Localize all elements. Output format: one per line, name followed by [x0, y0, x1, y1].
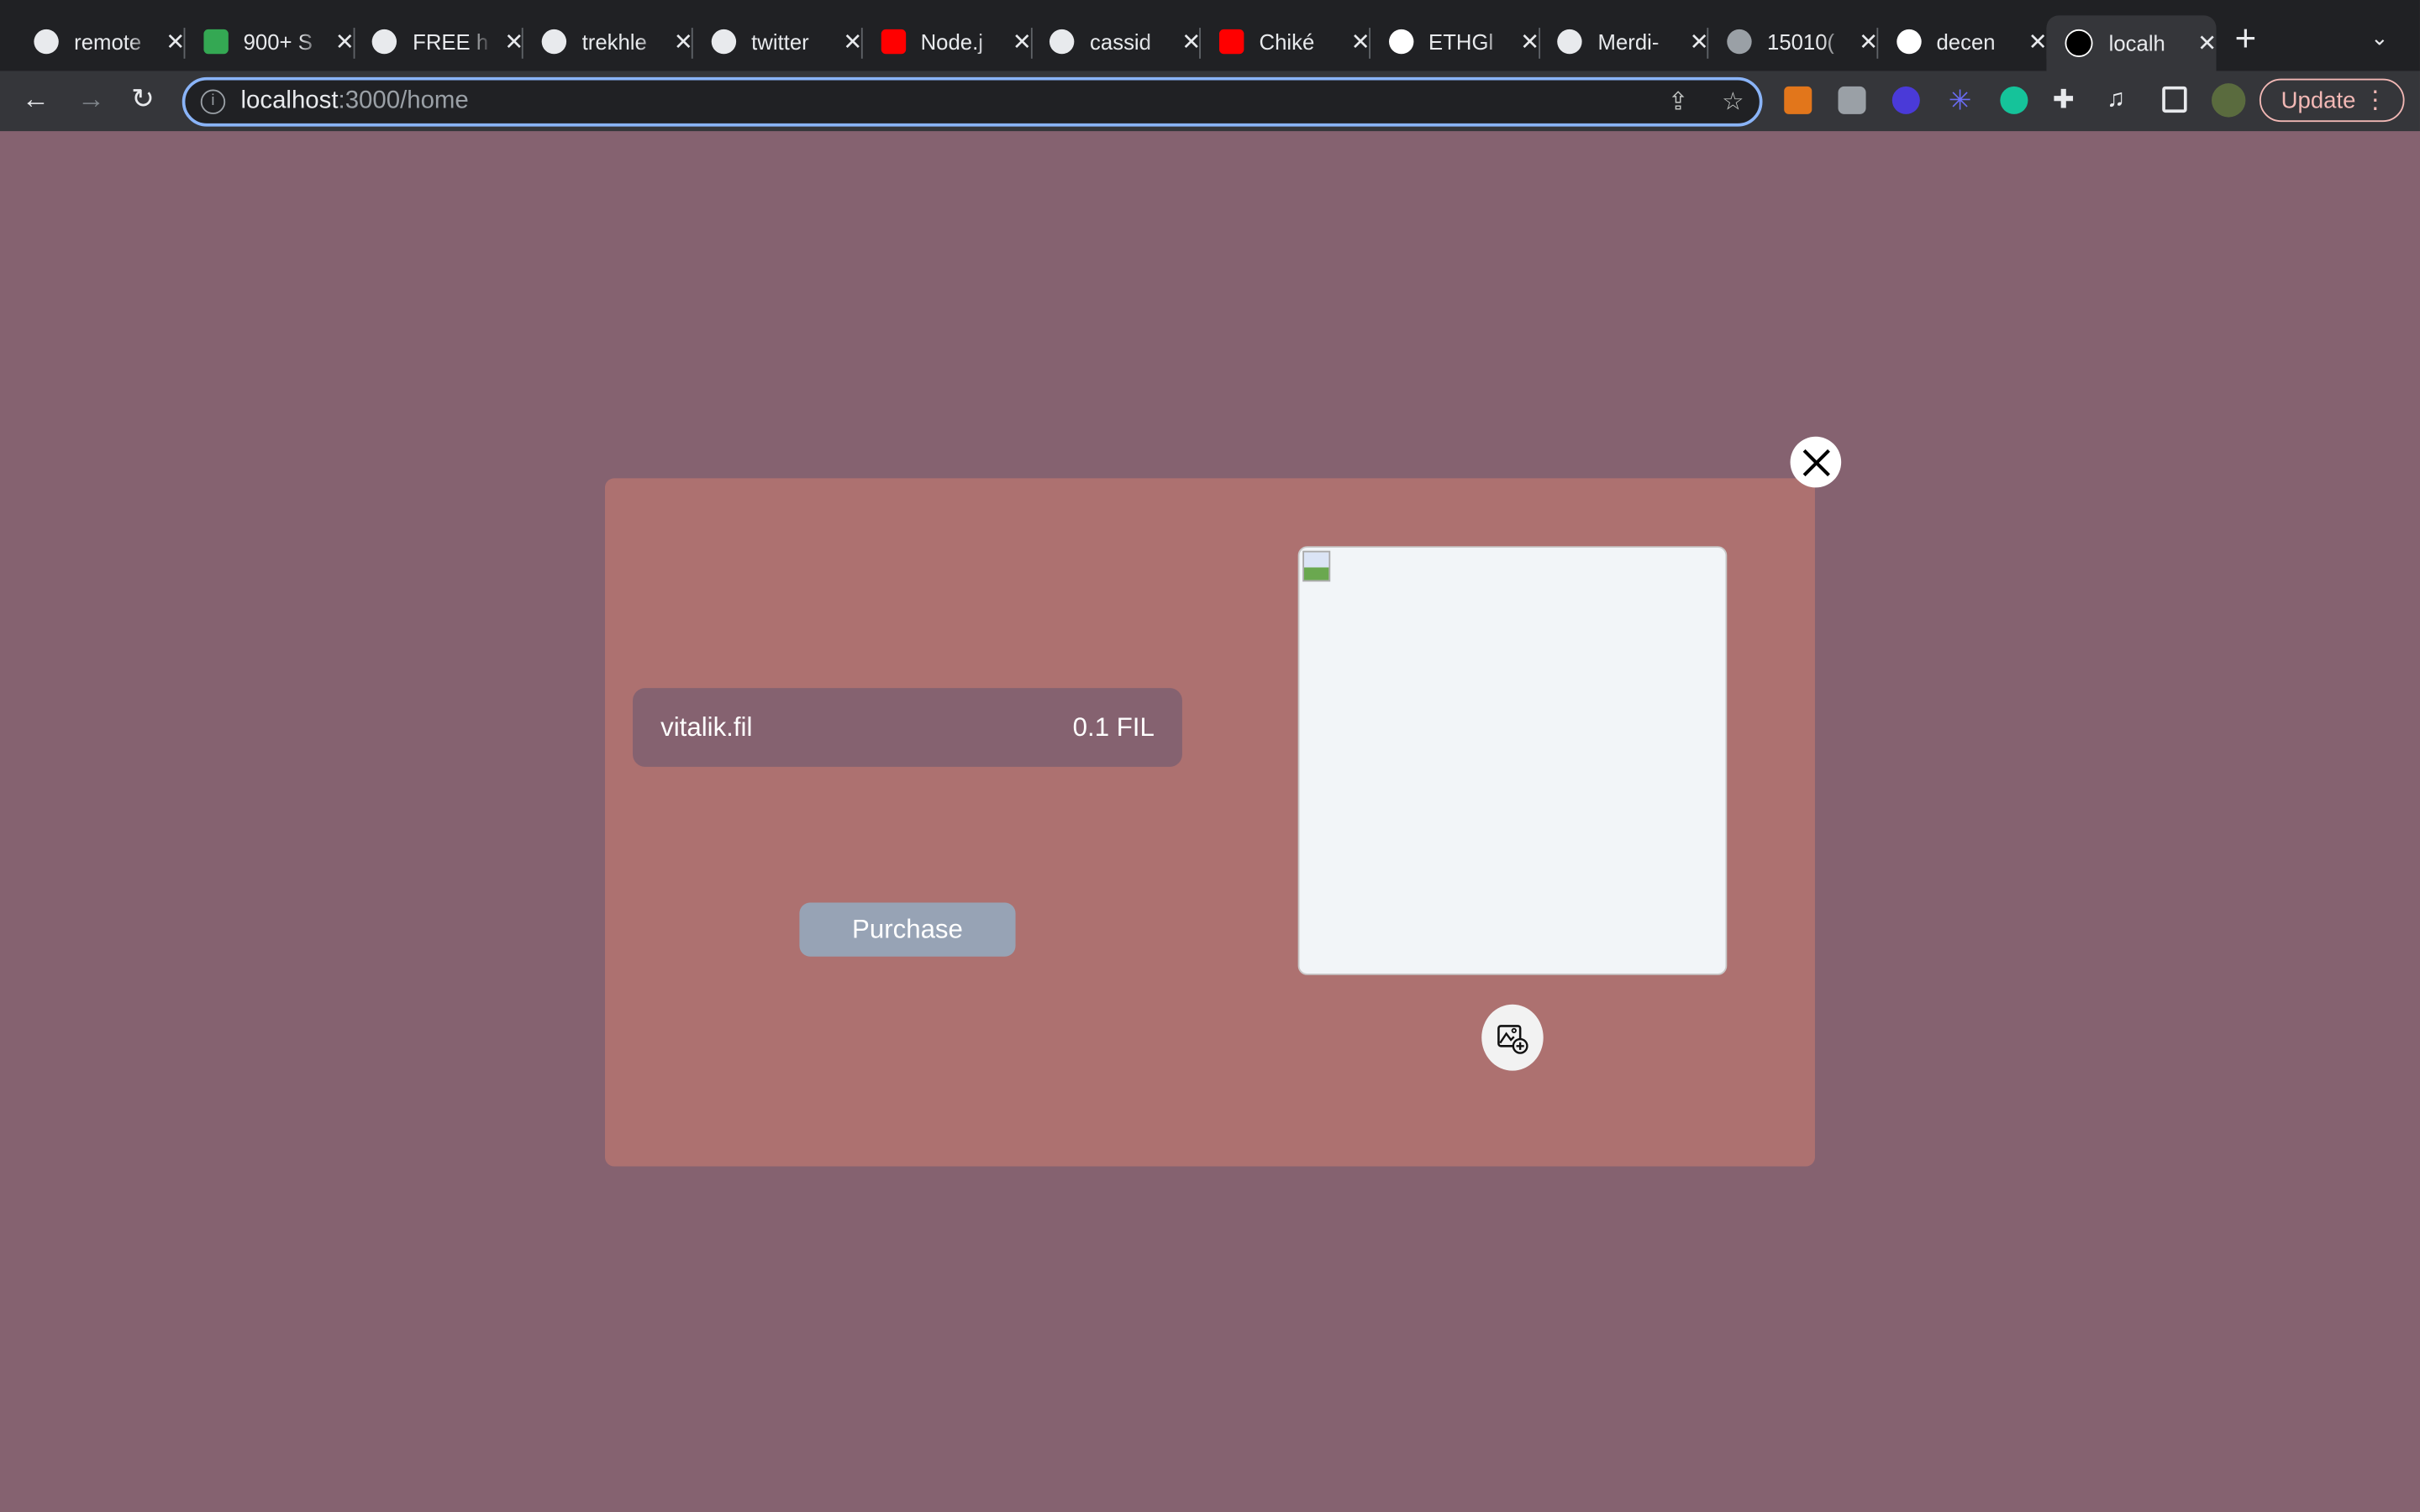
- close-tab-icon[interactable]: ✕: [166, 28, 185, 55]
- site-info-icon[interactable]: i: [200, 89, 226, 114]
- close-tab-icon[interactable]: ✕: [1859, 28, 1878, 55]
- broken-image-icon: [1302, 550, 1331, 582]
- github-icon: [1557, 29, 1583, 55]
- youtube-icon: [1218, 29, 1244, 55]
- media-queue-icon[interactable]: ♫: [2107, 87, 2134, 114]
- github-icon: [34, 29, 59, 55]
- tab-6[interactable]: cassid ✕: [1031, 15, 1202, 67]
- close-tab-icon[interactable]: ✕: [2028, 28, 2048, 55]
- tab-9[interactable]: Merdi- ✕: [1539, 15, 1709, 67]
- tab-title: cassid: [1090, 29, 1151, 55]
- browser-toolbar: ← → ↻ i localhost:3000/home ⇪ ☆ ✳ ✚ ♫ Up…: [0, 71, 2420, 132]
- add-image-button[interactable]: [1481, 1004, 1544, 1071]
- tab-strip: + ⌄ remote ✕ 900+ S ✕ FREE h ✕ trekhle ✕ twitter…: [0, 0, 2420, 71]
- youtube-icon: [880, 29, 906, 55]
- new-tab-button[interactable]: +: [2235, 18, 2257, 61]
- purchase-modal: vitalik.fil 0.1 FIL Purchase: [604, 478, 1815, 1167]
- tab-title: Node.j: [920, 29, 983, 55]
- url-path: :3000/home: [338, 87, 469, 114]
- tab-title: remote: [74, 29, 142, 55]
- tab-title: localh: [2108, 30, 2165, 56]
- github-icon: [711, 29, 736, 55]
- domain-name: vitalik.fil: [660, 711, 753, 742]
- close-tab-icon[interactable]: ✕: [1013, 28, 1032, 55]
- google-icon: [1896, 29, 1922, 55]
- tab-4[interactable]: twitter ✕: [692, 15, 863, 67]
- domain-listing: vitalik.fil 0.1 FIL: [633, 688, 1182, 767]
- ethglobal-icon: [1388, 29, 1413, 55]
- close-tab-icon[interactable]: ✕: [1181, 28, 1201, 55]
- add-image-icon: [1497, 1024, 1528, 1053]
- tab-title: FREE h: [413, 29, 489, 55]
- close-tab-icon[interactable]: ✕: [674, 28, 693, 55]
- purchase-button[interactable]: Purchase: [799, 902, 1016, 957]
- tab-2[interactable]: FREE h ✕: [354, 15, 524, 67]
- close-tab-icon[interactable]: ✕: [843, 28, 862, 55]
- tab-title: ETHGl: [1428, 29, 1494, 55]
- info-icon: [372, 29, 397, 55]
- globe-icon: [1727, 29, 1752, 55]
- tab-title: Chiké: [1259, 29, 1315, 55]
- close-tab-icon[interactable]: ✕: [504, 28, 523, 55]
- tab-5[interactable]: Node.j ✕: [862, 15, 1032, 67]
- close-icon: [1802, 448, 1829, 476]
- tab-title: 900+ S: [243, 29, 313, 55]
- profile-avatar[interactable]: [2211, 83, 2246, 118]
- menu-dots-icon[interactable]: ⋮: [2363, 85, 2387, 116]
- tab-title: decen: [1936, 29, 1996, 55]
- close-tab-icon[interactable]: ✕: [335, 28, 355, 55]
- update-button[interactable]: Update ⋮: [2259, 78, 2405, 123]
- github-icon: [541, 29, 567, 55]
- tab-search-chevron-icon[interactable]: ⌄: [2370, 24, 2389, 50]
- tab-0[interactable]: remote ✕: [15, 15, 186, 67]
- address-bar[interactable]: i localhost:3000/home ⇪ ☆: [182, 76, 1763, 127]
- tab-7[interactable]: Chiké ✕: [1201, 15, 1370, 67]
- share-icon[interactable]: ⇪: [1668, 87, 1689, 118]
- side-panel-icon[interactable]: [2162, 86, 2187, 113]
- tab-8[interactable]: ETHGl ✕: [1370, 15, 1540, 67]
- domain-price: 0.1 FIL: [1072, 711, 1155, 742]
- tab-title: Merdi-: [1597, 29, 1660, 55]
- grammarly-icon[interactable]: [2000, 86, 2028, 114]
- google-sheets-icon: [203, 29, 229, 55]
- tab-title: twitter: [751, 29, 809, 55]
- close-modal-button[interactable]: [1790, 436, 1842, 488]
- ghost-extension-icon[interactable]: [1891, 86, 1920, 114]
- extensions-puzzle-icon[interactable]: ✚: [2053, 86, 2081, 114]
- tab-10[interactable]: 15010( ✕: [1708, 15, 1879, 67]
- tab-11[interactable]: decen ✕: [1878, 15, 2048, 67]
- nextjs-icon: [2065, 29, 2094, 57]
- update-label: Update: [2281, 87, 2356, 113]
- close-tab-icon[interactable]: ✕: [1351, 28, 1370, 55]
- image-preview: [1297, 546, 1728, 975]
- metamask-icon[interactable]: [1784, 86, 1812, 114]
- reload-button[interactable]: ↻: [131, 83, 155, 116]
- url-host: localhost: [240, 87, 339, 114]
- back-button[interactable]: ←: [22, 83, 50, 116]
- bookmark-star-icon[interactable]: ☆: [1722, 87, 1744, 118]
- close-tab-icon[interactable]: ✕: [1520, 28, 1539, 55]
- sparkle-extension-icon[interactable]: ✳: [1946, 87, 1974, 114]
- tab-title: 15010(: [1767, 29, 1835, 55]
- tab-12[interactable]: localh ✕: [2047, 15, 2217, 71]
- close-tab-icon[interactable]: ✕: [2197, 29, 2217, 57]
- close-tab-icon[interactable]: ✕: [1690, 28, 1709, 55]
- forward-button[interactable]: →: [77, 83, 105, 116]
- camera-icon[interactable]: [1838, 86, 1866, 114]
- tab-title: trekhle: [581, 29, 647, 55]
- tab-1[interactable]: 900+ S ✕: [185, 15, 355, 67]
- github-icon: [1050, 29, 1075, 55]
- tab-3[interactable]: trekhle ✕: [523, 15, 693, 67]
